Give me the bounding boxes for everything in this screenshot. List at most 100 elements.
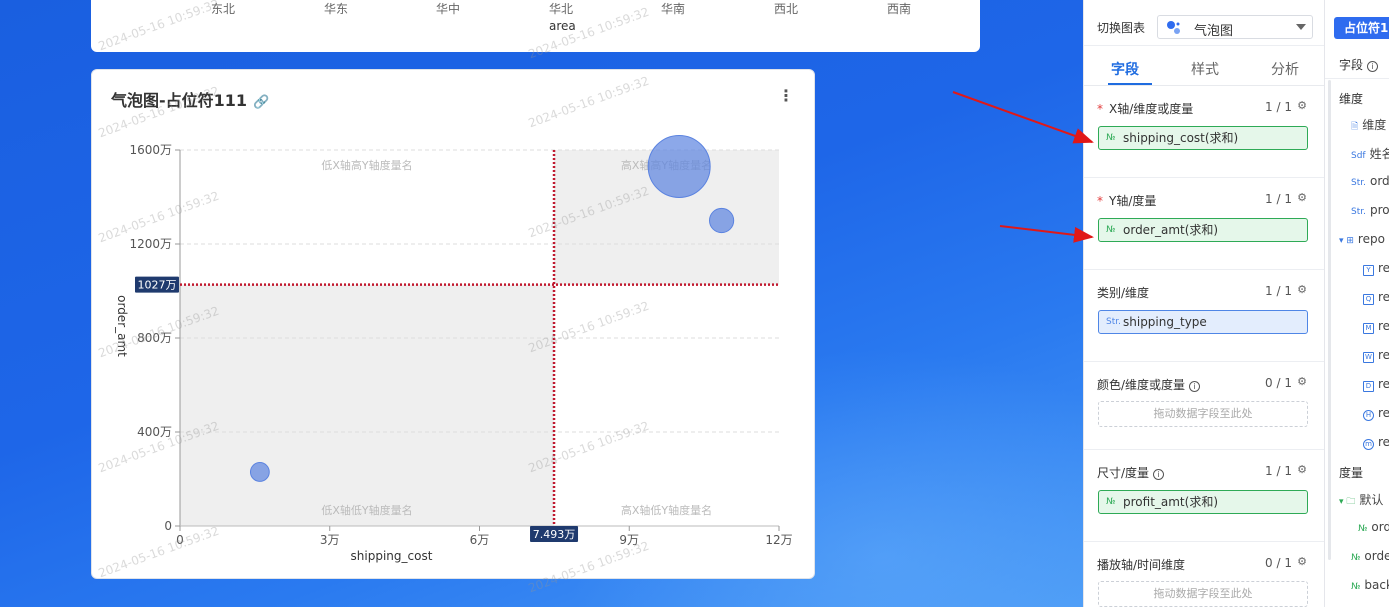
dimension-item[interactable]: mrep	[1363, 435, 1389, 450]
info-icon: i	[1153, 469, 1165, 480]
y-axis-title: order_amt	[115, 295, 129, 357]
switch-chart-label: 切换图表	[1097, 21, 1146, 35]
x-axis-name: area	[549, 19, 576, 33]
section-count: 1 / 1	[1265, 192, 1292, 206]
field-item-label: back	[1364, 578, 1389, 592]
info-icon: i	[1189, 381, 1201, 392]
dimension-item[interactable]: 🗎 维度	[1351, 116, 1386, 135]
field-section: 播放轴/时间维度 0 / 1 ⚙ 拖动数据字段至此处	[1084, 542, 1325, 607]
number-type-icon: №	[1351, 553, 1361, 563]
dimension-item[interactable]: Wrep	[1363, 348, 1389, 363]
field-pill[interactable]: № order_amt(求和)	[1098, 218, 1308, 242]
quadrant-label-bottom-left: 低X轴低Y轴度量名	[321, 503, 412, 517]
date-part-icon: W	[1363, 352, 1374, 363]
section-title-text: 播放轴/时间维度	[1097, 558, 1186, 572]
dimension-item[interactable]: Hrep	[1363, 406, 1389, 421]
y-tick-label: 1600万	[129, 143, 172, 157]
section-title-text: 类别/维度	[1097, 286, 1150, 300]
y-tick-label: 800万	[137, 331, 172, 345]
dimension-label: 维度	[1339, 92, 1364, 106]
dimension-item[interactable]: Qrep	[1363, 290, 1389, 305]
time-part-icon: H	[1363, 410, 1374, 421]
number-type-icon: №	[1106, 133, 1116, 143]
bubble-chart-icon	[1167, 21, 1180, 34]
x-tick: 西南	[887, 2, 912, 16]
dimension-item[interactable]: Sdf姓名	[1351, 145, 1389, 162]
gear-icon[interactable]: ⚙	[1297, 463, 1307, 476]
scrollbar[interactable]	[1328, 80, 1331, 560]
measure-label: 度量	[1339, 466, 1364, 480]
number-type-icon: №	[1358, 524, 1368, 534]
string-type-icon: Str.	[1106, 317, 1121, 327]
field-item-label: prov	[1369, 203, 1389, 217]
measure-item[interactable]: № orde	[1351, 549, 1389, 563]
y-tick-label: 400万	[137, 425, 172, 439]
info-icon: i	[1367, 61, 1379, 72]
field-drop-zone[interactable]: 拖动数据字段至此处	[1098, 401, 1308, 427]
section-count: 0 / 1	[1265, 376, 1292, 390]
bubble-point	[708, 207, 735, 234]
section-count: 1 / 1	[1265, 464, 1292, 478]
field-section: 颜色/维度或度量 i 0 / 1 ⚙ 拖动数据字段至此处	[1084, 362, 1325, 450]
string-type-icon: Sdf	[1351, 151, 1366, 161]
section-title: * Y轴/度量	[1097, 192, 1156, 209]
gear-icon[interactable]: ⚙	[1297, 99, 1307, 112]
field-item-label: rep	[1378, 377, 1389, 391]
gear-icon[interactable]: ⚙	[1297, 555, 1307, 568]
section-title-text: 颜色/维度或度量	[1097, 378, 1186, 392]
x-tick-label: 6万	[470, 533, 490, 547]
field-pill[interactable]: № shipping_cost(求和)	[1098, 126, 1308, 150]
bubble-chart: 0 400万 800万 1200万 1600万 0 3万 6万 9万 12万 shipping_co…	[115, 134, 793, 563]
x-tick: 西北	[774, 2, 799, 16]
number-type-icon: №	[1106, 497, 1116, 507]
date-part-icon: M	[1363, 323, 1374, 334]
gear-icon[interactable]: ⚙	[1297, 375, 1307, 388]
dimension-item[interactable]: Mrep	[1363, 319, 1389, 334]
field-drop-zone[interactable]: 拖动数据字段至此处	[1098, 581, 1308, 607]
divider	[1325, 78, 1389, 79]
field-section: 尺寸/度量 i 1 / 1 ⚙ № profit_amt(求和)	[1084, 450, 1325, 542]
config-panel: 切换图表 气泡图 字段 样式 分析 * X轴/维度或度量 1 / 1 ⚙ № shippi…	[1083, 0, 1325, 607]
required-marker: *	[1097, 194, 1103, 208]
chart-type-select[interactable]: 气泡图	[1157, 15, 1313, 39]
number-type-icon: №	[1351, 582, 1361, 592]
dimension-item[interactable]: Str.orde	[1351, 174, 1389, 188]
field-list-panel: 占位符11 字段i 维度🗎维度Sdf姓名Str.ordeStr.prov▾ ⊞r…	[1324, 0, 1389, 607]
dimension-item[interactable]: Str.prov	[1351, 203, 1389, 217]
placeholder-button[interactable]: 占位符11	[1334, 17, 1389, 39]
field-item-label: orde	[1369, 174, 1389, 188]
field-item-label: rep	[1378, 261, 1389, 275]
field-section: * Y轴/度量 1 / 1 ⚙ № order_amt(求和)	[1084, 178, 1325, 270]
dimension-item[interactable]: ▾ ⊞ repo	[1339, 232, 1385, 246]
field-pill-label: shipping_cost(求和)	[1123, 131, 1239, 145]
hierarchy-icon: ▾ ⊞	[1339, 236, 1354, 246]
field-item-label: 姓名	[1369, 147, 1389, 161]
dimension-item[interactable]: Drep	[1363, 377, 1389, 392]
tab-analysis[interactable]: 分析	[1271, 59, 1299, 79]
number-type-icon: №	[1106, 225, 1116, 235]
fields-label-text: 字段	[1339, 58, 1364, 72]
measure-item[interactable]: ▾ 🗀 默认	[1339, 491, 1383, 510]
field-item-label: 维度	[1362, 118, 1387, 132]
section-title: 颜色/维度或度量 i	[1097, 376, 1201, 393]
bubble-chart-card[interactable]: 气泡图-占位符111 🔗 ⋮ 0 400万 800万 1200万 1600万 0 3万 6万 9万…	[91, 69, 815, 579]
tab-style[interactable]: 样式	[1191, 59, 1219, 79]
chevron-down-icon	[1296, 24, 1306, 30]
time-part-icon: m	[1363, 439, 1374, 450]
measure-item[interactable]: №back	[1351, 578, 1389, 592]
field-item-label: repo	[1357, 232, 1385, 246]
field-pill[interactable]: № profit_amt(求和)	[1098, 490, 1308, 514]
field-item-label: 默认	[1359, 493, 1384, 507]
gear-icon[interactable]: ⚙	[1297, 283, 1307, 296]
y-reference-label: 1027万	[138, 279, 177, 292]
field-item-label: rep	[1378, 290, 1389, 304]
gear-icon[interactable]: ⚙	[1297, 191, 1307, 204]
measure-item[interactable]: №ord	[1358, 520, 1389, 534]
bubble-point	[249, 462, 270, 482]
tab-fields[interactable]: 字段	[1111, 59, 1139, 79]
field-item-label: rep	[1378, 348, 1389, 362]
quadrant-label-bottom-right: 高X轴低Y轴度量名	[621, 503, 712, 517]
dimension-item[interactable]: Yrep	[1363, 261, 1389, 276]
y-tick-label: 1200万	[129, 237, 172, 251]
field-pill[interactable]: Str. shipping_type	[1098, 310, 1308, 334]
